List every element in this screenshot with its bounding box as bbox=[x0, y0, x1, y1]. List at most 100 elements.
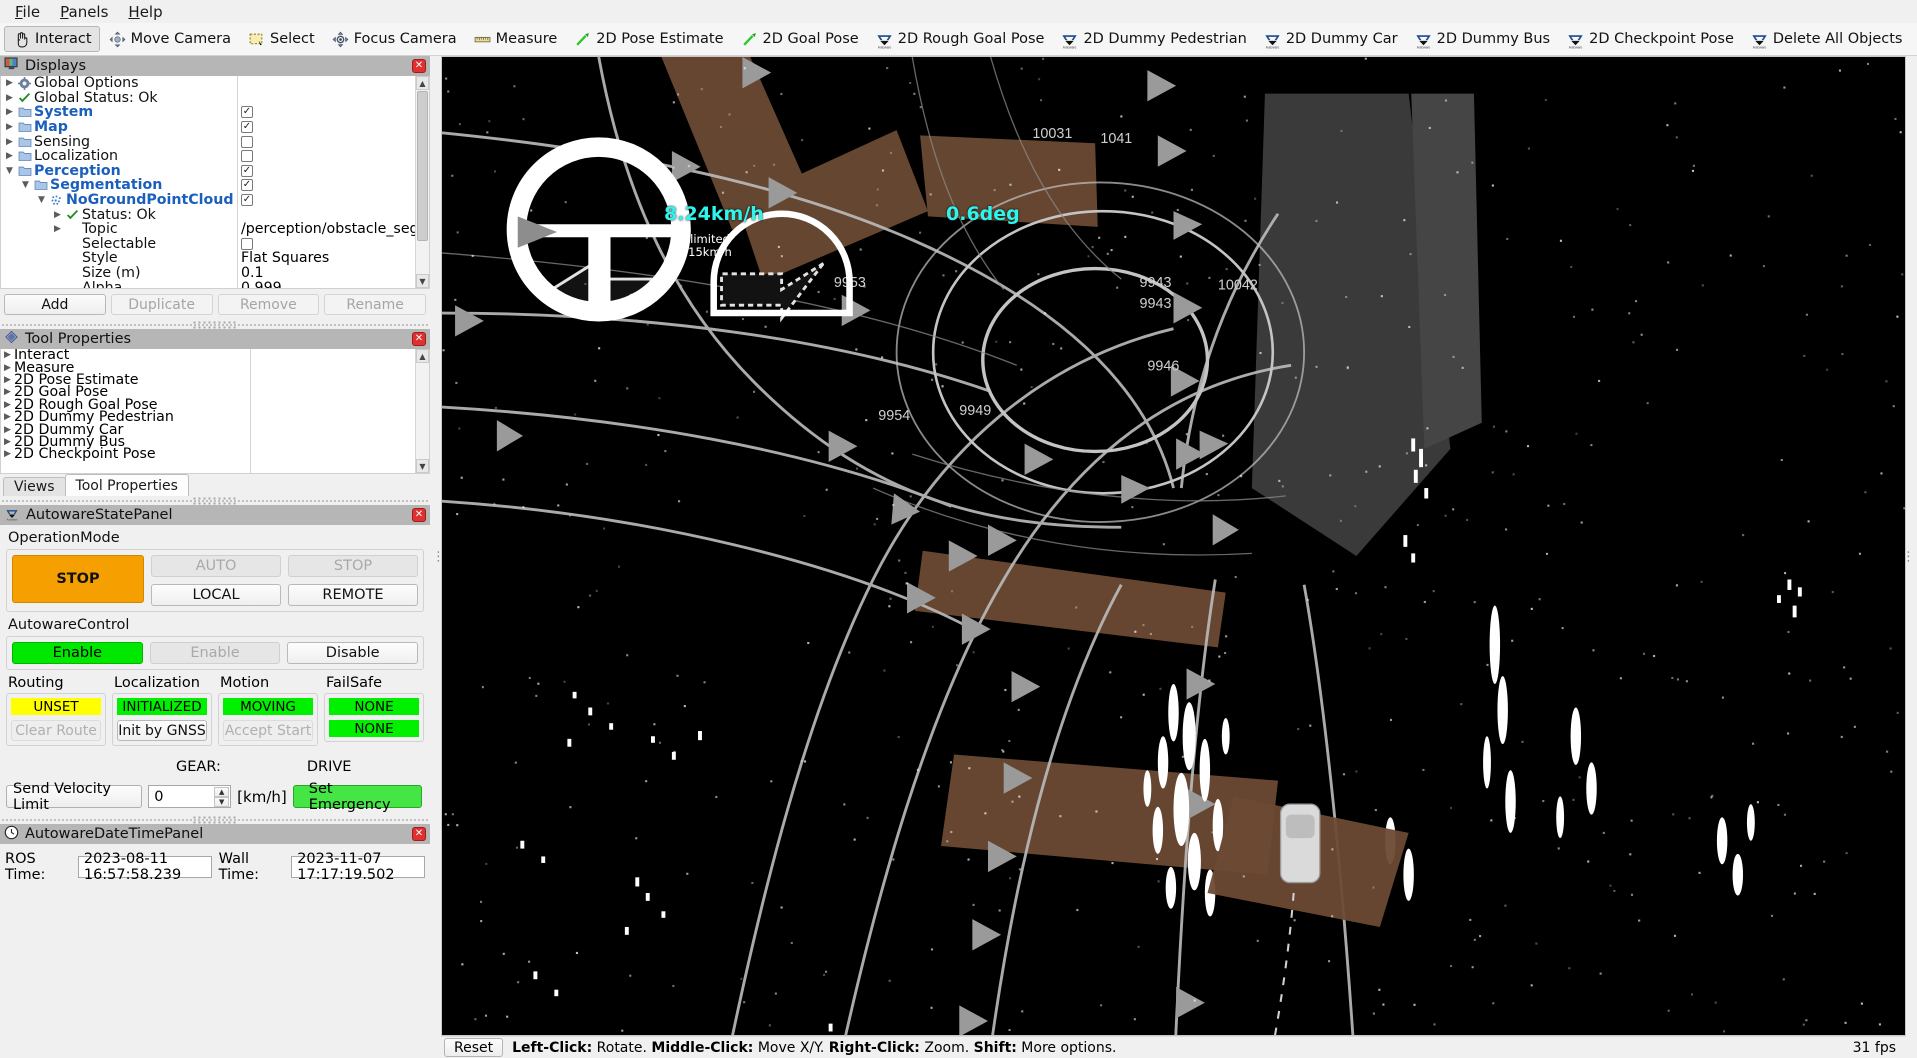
menu-panels[interactable]: Panels bbox=[51, 1, 117, 23]
chevron-right-icon[interactable] bbox=[1, 449, 14, 459]
displays-panel-titlebar[interactable]: Displays ✕ bbox=[0, 56, 430, 76]
autoware-control-disable-button[interactable]: Disable bbox=[287, 642, 418, 664]
displays-tree-row[interactable]: Segmentation✓ bbox=[1, 178, 415, 193]
tool-2d-dummy-bus[interactable]: Autoware 2D Dummy Bus bbox=[1406, 26, 1559, 52]
displays-tree-row[interactable]: Sensing bbox=[1, 134, 415, 149]
chevron-right-icon[interactable] bbox=[3, 151, 16, 161]
tree-row-value[interactable] bbox=[237, 76, 415, 91]
tool-2d-goal-pose[interactable]: 2D Goal Pose bbox=[732, 26, 867, 52]
tool-properties-scrollbar[interactable]: ▲ ▼ bbox=[415, 349, 429, 473]
tool-properties-list[interactable]: InteractMeasure2D Pose Estimate2D Goal P… bbox=[1, 349, 250, 473]
chevron-right-icon[interactable] bbox=[51, 224, 64, 234]
chevron-down-icon[interactable] bbox=[19, 180, 32, 190]
tool-2d-dummy-pedestrian[interactable]: Autoware 2D Dummy Pedestrian bbox=[1052, 26, 1254, 52]
scrollbar-track[interactable] bbox=[416, 363, 429, 459]
display-enable-checkbox[interactable]: ✓ bbox=[241, 106, 253, 118]
init-by-gnss-button[interactable]: Init by GNSS bbox=[117, 720, 207, 741]
set-emergency-button[interactable]: Set Emergency bbox=[293, 785, 422, 808]
operation-mode-remote-button[interactable]: REMOTE bbox=[288, 584, 418, 606]
menu-file[interactable]: File bbox=[6, 1, 49, 23]
velocity-limit-input[interactable]: 0 ▲ ▼ bbox=[148, 785, 231, 808]
displays-panel-resize-handle[interactable] bbox=[0, 320, 430, 329]
autoware-control-enable-button[interactable]: Enable bbox=[150, 642, 281, 664]
close-icon[interactable]: ✕ bbox=[412, 332, 426, 346]
chevron-right-icon[interactable] bbox=[1, 375, 14, 385]
tree-row-value[interactable] bbox=[237, 149, 415, 164]
accept-start-button[interactable]: Accept Start bbox=[223, 720, 313, 741]
tree-row-value[interactable]: ✓ bbox=[237, 178, 415, 193]
chevron-right-icon[interactable] bbox=[3, 122, 16, 132]
displays-tree-row[interactable]: StyleFlat Squares bbox=[1, 251, 415, 266]
tree-row-value[interactable]: ✓ bbox=[237, 193, 415, 208]
displays-tree-row[interactable]: Topic/perception/obstacle_segmentatio.. bbox=[1, 222, 415, 237]
velocity-spinner-arrows[interactable]: ▲ ▼ bbox=[214, 787, 229, 806]
display-enable-checkbox[interactable]: ✓ bbox=[241, 121, 253, 133]
displays-tree-row[interactable]: Status: Ok bbox=[1, 207, 415, 222]
tab-views[interactable]: Views bbox=[3, 477, 66, 496]
display-enable-checkbox[interactable]: ✓ bbox=[241, 165, 253, 177]
display-enable-checkbox[interactable] bbox=[241, 136, 253, 148]
tool-2d-rough-goal-pose[interactable]: Autoware 2D Rough Goal Pose bbox=[867, 26, 1053, 52]
displays-tree-row[interactable]: Map✓ bbox=[1, 120, 415, 135]
chevron-right-icon[interactable] bbox=[1, 363, 14, 373]
tool-delete-all-objects[interactable]: Autoware Delete All Objects bbox=[1742, 26, 1911, 52]
tree-row-value[interactable] bbox=[237, 207, 415, 222]
duplicate-display-button[interactable]: Duplicate bbox=[111, 294, 213, 315]
tool-properties-titlebar[interactable]: Tool Properties ✕ bbox=[0, 329, 430, 349]
chevron-down-icon[interactable] bbox=[35, 195, 48, 205]
close-icon[interactable]: ✕ bbox=[412, 59, 426, 73]
displays-tree-row[interactable]: Size (m)0.1 bbox=[1, 266, 415, 281]
chevron-right-icon[interactable] bbox=[3, 93, 16, 103]
chevron-right-icon[interactable] bbox=[1, 387, 14, 397]
tool-2d-dummy-car[interactable]: Autoware 2D Dummy Car bbox=[1255, 26, 1406, 52]
displays-tree-row[interactable]: Global Options bbox=[1, 76, 415, 91]
operation-mode-local-button[interactable]: LOCAL bbox=[151, 584, 281, 606]
3d-scene[interactable]: 10031 1041 10042 9943 9943 9946 9953 995… bbox=[442, 57, 1905, 1036]
rename-display-button[interactable]: Rename bbox=[324, 294, 426, 315]
chevron-right-icon[interactable] bbox=[1, 437, 14, 447]
tool-measure[interactable]: Measure bbox=[465, 26, 566, 52]
tab-tool-properties[interactable]: Tool Properties bbox=[65, 474, 189, 496]
chevron-right-icon[interactable] bbox=[1, 350, 14, 360]
tabs-resize-handle[interactable] bbox=[0, 496, 430, 505]
scroll-down-icon[interactable]: ▼ bbox=[416, 274, 429, 288]
menu-help[interactable]: Help bbox=[119, 1, 171, 23]
displays-tree-row[interactable]: Alpha0.999 bbox=[1, 280, 415, 288]
displays-scrollbar[interactable]: ▲ ▼ bbox=[415, 76, 429, 288]
reset-button[interactable]: Reset bbox=[444, 1038, 503, 1057]
state-panel-resize-handle[interactable] bbox=[0, 815, 430, 824]
tree-row-value[interactable]: Flat Squares bbox=[237, 251, 415, 266]
displays-tree-row[interactable]: Selectable bbox=[1, 237, 415, 252]
chevron-right-icon[interactable] bbox=[1, 425, 14, 435]
wall-time-field[interactable]: 2023-11-07 17:17:19.502 bbox=[291, 856, 425, 878]
displays-tree-row[interactable]: System✓ bbox=[1, 105, 415, 120]
operation-mode-stop-button[interactable]: STOP bbox=[288, 555, 418, 577]
spinner-down-icon[interactable]: ▼ bbox=[214, 797, 229, 807]
chevron-right-icon[interactable] bbox=[3, 78, 16, 88]
display-enable-checkbox[interactable]: ✓ bbox=[241, 194, 253, 206]
tree-row-value[interactable]: ✓ bbox=[237, 105, 415, 120]
dock-splitter[interactable] bbox=[430, 56, 441, 1058]
displays-tree-row[interactable]: Localization bbox=[1, 149, 415, 164]
tree-row-value[interactable]: ✓ bbox=[237, 120, 415, 135]
tool-2d-checkpoint-pose[interactable]: Autoware 2D Checkpoint Pose bbox=[1558, 26, 1742, 52]
displays-tree-row[interactable]: Global Status: Ok bbox=[1, 91, 415, 106]
state-panel-titlebar[interactable]: Autoware AutowareStatePanel ✕ bbox=[0, 505, 430, 525]
clear-route-button[interactable]: Clear Route bbox=[11, 720, 101, 741]
operation-mode-auto-button[interactable]: AUTO bbox=[151, 555, 281, 577]
display-enable-checkbox[interactable] bbox=[241, 150, 253, 162]
chevron-right-icon[interactable] bbox=[1, 412, 14, 422]
tool-interact[interactable]: Interact bbox=[4, 26, 100, 52]
tool-2d-pose-estimate[interactable]: 2D Pose Estimate bbox=[565, 26, 731, 52]
scroll-down-icon[interactable]: ▼ bbox=[416, 459, 429, 473]
tree-row-value[interactable] bbox=[237, 134, 415, 149]
scrollbar-track[interactable] bbox=[416, 242, 429, 274]
scroll-up-icon[interactable]: ▲ bbox=[416, 349, 429, 363]
tree-row-value[interactable]: ✓ bbox=[237, 164, 415, 179]
display-enable-checkbox[interactable] bbox=[241, 238, 253, 250]
scrollbar-thumb[interactable] bbox=[417, 91, 428, 241]
send-velocity-limit-button[interactable]: Send Velocity Limit bbox=[6, 785, 142, 808]
spinner-up-icon[interactable]: ▲ bbox=[214, 787, 229, 797]
displays-tree-row[interactable]: Perception✓ bbox=[1, 164, 415, 179]
display-enable-checkbox[interactable]: ✓ bbox=[241, 179, 253, 191]
